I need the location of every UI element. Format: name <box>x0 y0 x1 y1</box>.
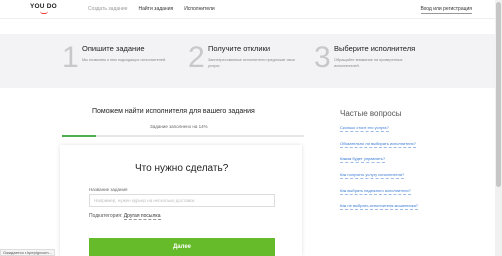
form-heading: Что нужно сделать? <box>135 163 229 174</box>
faq-list: Сколько стоит это услуга? Обязательно ли… <box>340 125 419 219</box>
subcategory-label: Подкатегория: <box>89 213 123 219</box>
step-description: Заинтересованные исполнители предложат с… <box>208 58 295 68</box>
progress-label: Задание заполнено на 14% <box>150 124 208 129</box>
progress-fill <box>62 135 96 137</box>
faq-item[interactable]: Как не выбрать исполнителя-мошенника? <box>340 203 419 211</box>
faq-item[interactable]: Сколько стоит это услуга? <box>340 125 389 132</box>
nav-find-tasks[interactable]: Найти задания <box>139 6 174 13</box>
page-scrollbar[interactable] <box>495 0 502 256</box>
scrollbar-thumb[interactable] <box>496 2 501 187</box>
faq-item[interactable]: Каким будет управлять? <box>340 156 386 164</box>
step-description: Мы позвоним о нем подходящих исполнителе… <box>82 58 167 62</box>
subcategory-value-link[interactable]: Другая посылка <box>123 213 161 220</box>
task-form-card: Что нужно сделать? Название задания Подк… <box>60 145 302 256</box>
step-2: 2 Получите отклики Заинтересованные испо… <box>188 42 303 82</box>
main-nav: Создать задание Найти задания Исполнител… <box>88 6 215 13</box>
browser-status-bar: Ожидается r.hpeplgvcom... <box>0 249 55 256</box>
nav-performers[interactable]: Исполнители <box>184 6 215 13</box>
step-number: 2 <box>188 41 205 74</box>
logo-smile-icon <box>40 11 48 14</box>
step-number: 1 <box>62 41 79 74</box>
faq-item[interactable]: Как выбрать надежного исполнителя? <box>340 188 411 195</box>
header: YOU DO Создать задание Найти задания Исп… <box>0 0 495 19</box>
logo[interactable]: YOU DO <box>30 3 57 15</box>
step-3: 3 Выберите исполнителя Обращайте внимани… <box>314 42 444 82</box>
step-description: Обращайте внимание на проверенных исполн… <box>334 58 403 68</box>
step-title: Выберите исполнителя <box>334 44 416 53</box>
faq-title: Частые вопросы <box>340 109 402 118</box>
main-title: Поможем найти исполнителя для вашего зад… <box>92 108 255 115</box>
faq-item[interactable]: Обязательно ли выбирать исполнителя? <box>340 141 416 148</box>
step-number: 3 <box>314 41 331 74</box>
page: YOU DO Создать задание Найти задания Исп… <box>0 0 502 256</box>
step-1: 1 Опишите задание Мы позвоним о нем подх… <box>62 42 172 82</box>
nav-create-task[interactable]: Создать задание <box>88 6 128 13</box>
subcategory: Подкатегория: Другая посылка <box>89 213 161 220</box>
task-name-input[interactable] <box>89 194 275 207</box>
logo-text: YOU DO <box>30 3 57 10</box>
faq-item[interactable]: Как получить услугу исполнителя? <box>340 172 405 180</box>
task-name-label: Название задания <box>89 187 128 192</box>
login-link[interactable]: Вход или регистрация <box>420 6 472 14</box>
progress-bar <box>62 135 304 137</box>
next-button[interactable]: Далее <box>89 238 275 256</box>
steps-band: 1 Опишите задание Мы позвоним о нем подх… <box>0 34 495 88</box>
step-title: Опишите задание <box>82 44 145 53</box>
step-title: Получите отклики <box>208 44 271 53</box>
